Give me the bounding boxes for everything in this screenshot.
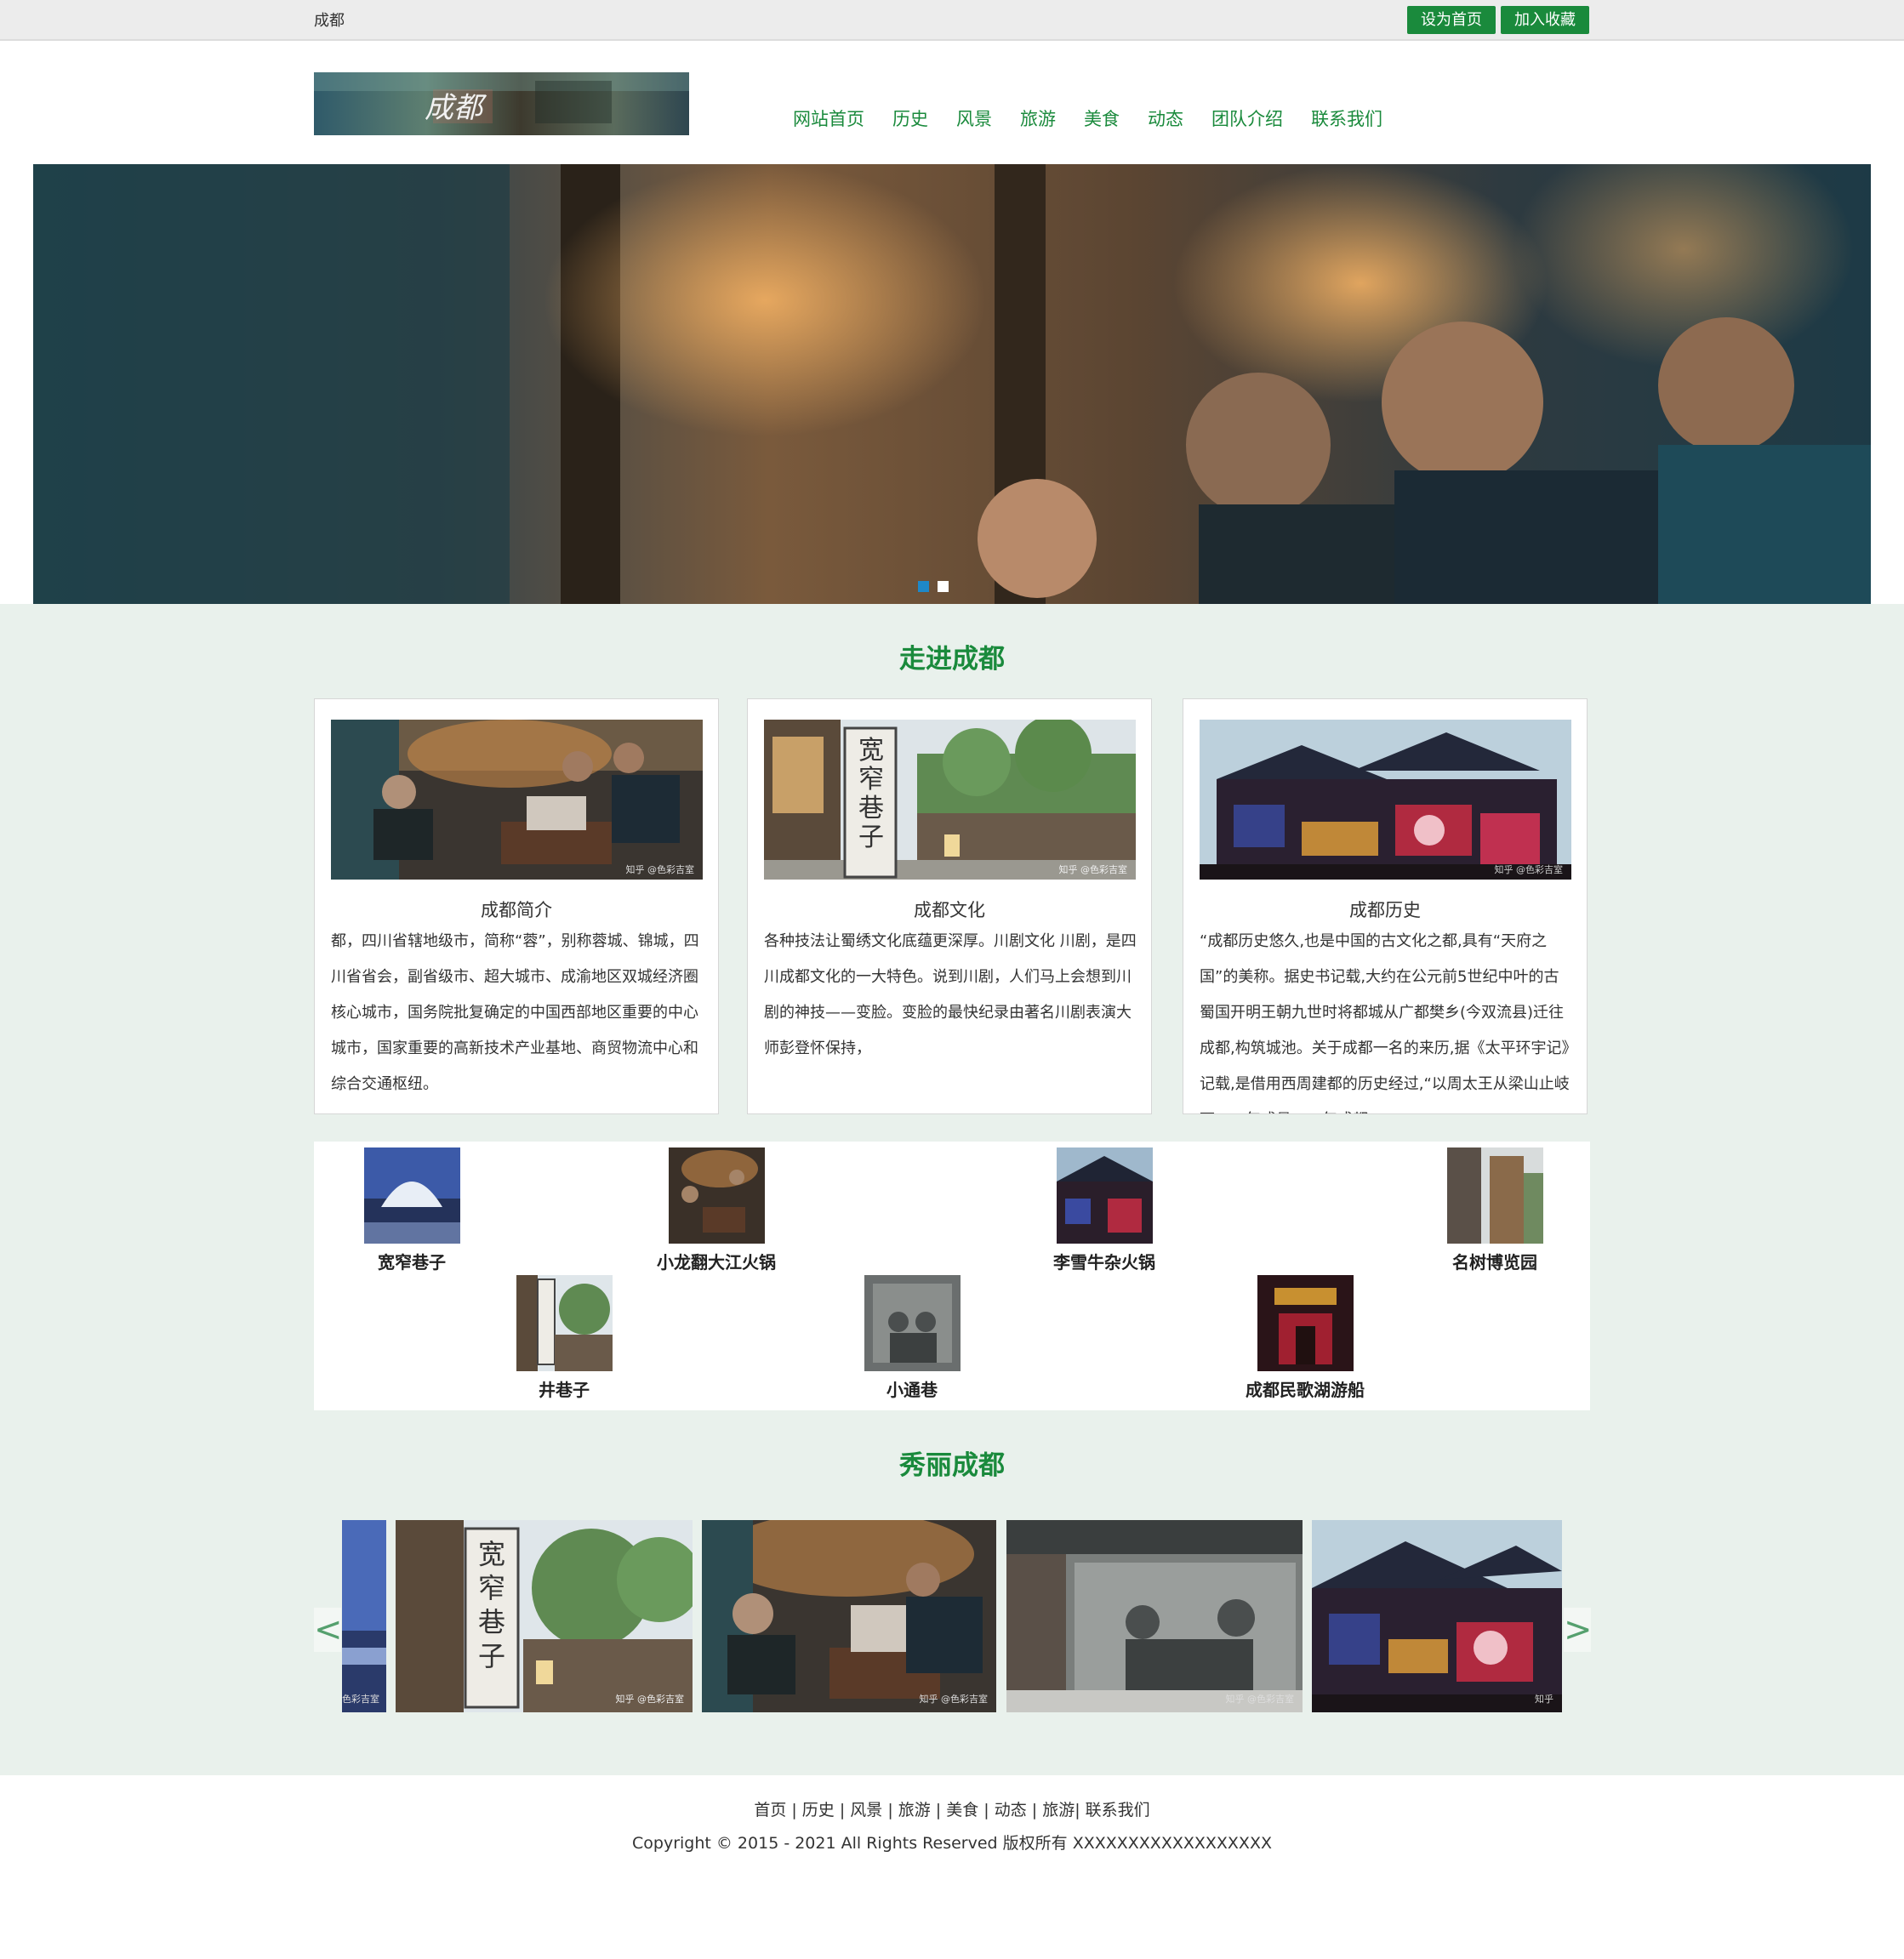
place-label: 成都民歌湖游船 [1246, 1380, 1365, 1400]
gallery-image[interactable]: 知乎 @色彩吉室 [702, 1520, 996, 1712]
place-thumb [864, 1275, 961, 1371]
nav-scenery[interactable]: 风景 [956, 105, 992, 131]
section-title-gallery: 秀丽成都 [899, 1450, 1005, 1481]
gallery-next-arrow[interactable]: > [1564, 1608, 1593, 1652]
place-thumb [363, 1147, 460, 1244]
card-sign-text: 宽窄巷子 [858, 736, 884, 852]
place-thumb [1056, 1147, 1153, 1244]
footer-links[interactable]: 首页 | 历史 | 风景 | 旅游 | 美食 | 动态 | 旅游| 联系我们 [0, 1797, 1904, 1820]
card-text: 各种技法让蜀绣文化底蕴更深厚。川剧文化 川剧，是四川成都文化的一大特色。说到川剧… [764, 932, 1137, 1057]
card-watermark: 知乎 @色彩吉室 [1058, 864, 1128, 875]
nav-home[interactable]: 网站首页 [793, 105, 864, 131]
card-image-kuanzhai-sign: 宽窄巷子 知乎 @色彩吉室 [764, 720, 1136, 880]
slider-dot-2[interactable] [938, 581, 949, 592]
nav-contact[interactable]: 联系我们 [1311, 105, 1382, 131]
set-home-button[interactable]: 设为首页 [1407, 6, 1496, 34]
place-item[interactable]: 小龙翻大江火锅 [623, 1147, 810, 1273]
card-title: 成都文化 [914, 900, 985, 920]
card-text: “成都历史悠久,也是中国的古文化之都,具有“天府之国”的美称。据史书记载,大约在… [1200, 932, 1570, 1113]
card-text: 都，四川省辖地级市，简称“蓉”，别称蓉城、锦城，四川省省会，副省级市、超大城市、… [331, 932, 699, 1093]
gallery-image[interactable]: 宽窄巷子 知乎 @色彩吉室 [396, 1520, 693, 1712]
gallery-watermark: 色彩吉室 [342, 1694, 379, 1705]
gallery-image[interactable]: 色彩吉室 [342, 1520, 386, 1712]
place-item[interactable]: 井巷子 [470, 1275, 658, 1401]
nav-news[interactable]: 动态 [1148, 105, 1183, 131]
footer-copyright: Copyright © 2015 - 2021 All Rights Reser… [632, 1834, 1272, 1853]
site-logo[interactable]: 成都 [314, 72, 689, 135]
gallery-sign-text: 宽窄巷子 [477, 1538, 505, 1672]
gallery-image[interactable]: 知乎 @色彩吉室 [1006, 1520, 1303, 1712]
card-watermark: 知乎 @色彩吉室 [1494, 864, 1564, 875]
gallery-watermark: 知乎 @色彩吉室 [1225, 1694, 1295, 1705]
city-label: 成都 [314, 12, 345, 30]
place-thumb [1257, 1275, 1354, 1371]
place-label: 小龙翻大江火锅 [657, 1252, 776, 1273]
gallery-watermark: 知乎 @色彩吉室 [919, 1694, 989, 1705]
gallery-image[interactable]: 知乎 [1312, 1520, 1562, 1712]
nav-food[interactable]: 美食 [1084, 105, 1120, 131]
card-watermark: 知乎 @色彩吉室 [625, 864, 695, 875]
place-thumb [668, 1147, 765, 1244]
place-label: 小通巷 [886, 1380, 938, 1400]
hero-slider-image[interactable] [33, 164, 1871, 604]
place-item[interactable]: 成都民歌湖游船 [1211, 1275, 1399, 1401]
place-thumb [1446, 1147, 1543, 1244]
nav-team[interactable]: 团队介绍 [1211, 105, 1283, 131]
section-title-intro: 走进成都 [899, 644, 1005, 675]
card-image-teahouse: 知乎 @色彩吉室 [331, 720, 703, 880]
place-item[interactable]: 小通巷 [818, 1275, 1006, 1401]
place-label: 宽窄巷子 [378, 1252, 446, 1273]
add-favorite-button[interactable]: 加入收藏 [1501, 6, 1589, 34]
place-item[interactable]: 宽窄巷子 [318, 1147, 505, 1273]
nav-travel[interactable]: 旅游 [1020, 105, 1056, 131]
culture-card[interactable]: 宽窄巷子 知乎 @色彩吉室 成都文化 各种技法让蜀绣文化底蕴更深厚。川剧文化 川… [747, 698, 1152, 1114]
gallery-prev-arrow[interactable]: < [314, 1608, 343, 1652]
intro-card[interactable]: 知乎 @色彩吉室 成都简介 都，四川省辖地级市，简称“蓉”，别称蓉城、锦城，四川… [314, 698, 719, 1114]
place-label: 李雪牛杂火锅 [1053, 1252, 1155, 1273]
history-card[interactable]: 知乎 @色彩吉室 成都历史 “成都历史悠久,也是中国的古文化之都,具有“天府之国… [1183, 698, 1588, 1114]
place-item[interactable]: 名树博览园 [1401, 1147, 1588, 1273]
place-thumb [516, 1275, 613, 1371]
card-title: 成都历史 [1349, 900, 1421, 920]
nav-history[interactable]: 历史 [892, 105, 928, 131]
logo-text: 成都 [425, 91, 482, 125]
card-title: 成都简介 [481, 900, 552, 920]
slider-dot-1[interactable] [918, 581, 929, 592]
place-label: 名树博览园 [1452, 1252, 1537, 1273]
top-bar [0, 0, 1904, 41]
gallery-watermark: 知乎 @色彩吉室 [615, 1694, 685, 1705]
place-item[interactable]: 李雪牛杂火锅 [1011, 1147, 1198, 1273]
place-label: 井巷子 [539, 1380, 590, 1400]
card-image-pavilion-night: 知乎 @色彩吉室 [1200, 720, 1571, 880]
gallery-watermark: 知乎 [1535, 1694, 1553, 1705]
